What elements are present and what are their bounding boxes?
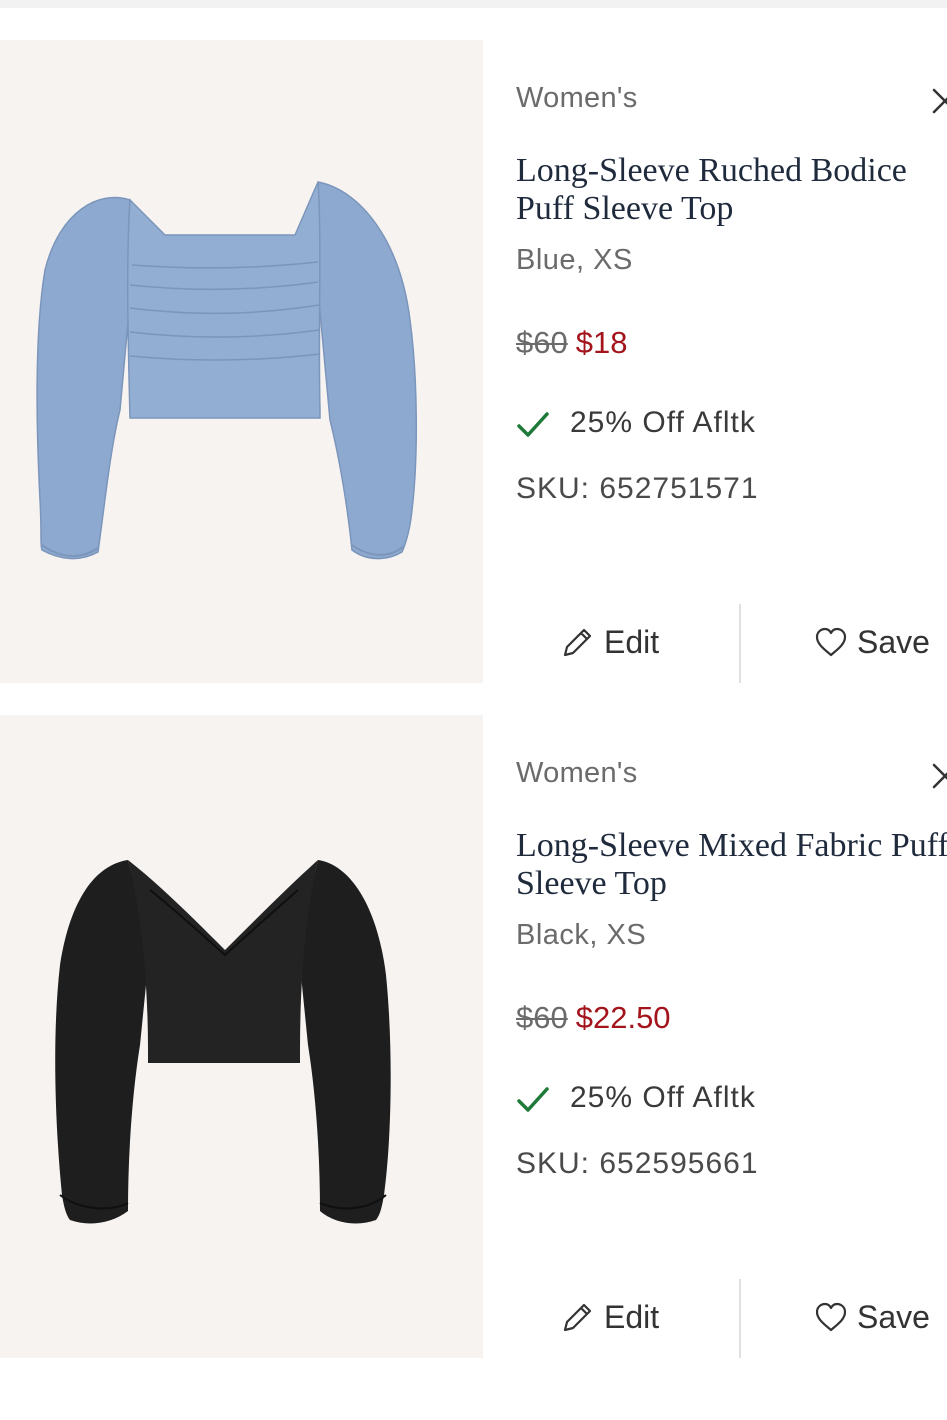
product-name-line: Sleeve Top xyxy=(516,865,667,902)
product-name[interactable]: Long-Sleeve Ruched Bodice Puff Sleeve To… xyxy=(516,152,947,228)
sku-label: SKU: 652595661 xyxy=(516,1147,759,1180)
action-divider xyxy=(739,1279,741,1358)
product-name-line: Long-Sleeve Ruched Bodice xyxy=(516,152,907,189)
sale-price: $22.50 xyxy=(575,1000,671,1035)
remove-item-button[interactable] xyxy=(922,753,947,793)
item-details: Women's Long-Sleeve Mixed Fabric Puff Sl… xyxy=(516,715,947,1358)
product-image[interactable] xyxy=(0,40,483,683)
variant-label: Blue, XS xyxy=(516,244,633,276)
heart-icon xyxy=(815,1302,847,1332)
promo-text: 25% Off Afltk xyxy=(570,406,756,439)
check-icon xyxy=(517,1087,549,1112)
variant-label: Black, XS xyxy=(516,919,647,951)
remove-item-button[interactable] xyxy=(922,78,947,118)
black-top-illustration xyxy=(55,860,391,1224)
bag-item: Women's Long-Sleeve Ruched Bodice Puff S… xyxy=(0,40,947,683)
product-name[interactable]: Long-Sleeve Mixed Fabric Puff Sleeve Top xyxy=(516,827,947,903)
original-price: $60 xyxy=(516,1000,568,1035)
action-divider xyxy=(739,604,741,683)
close-icon xyxy=(932,88,947,114)
edit-label: Edit xyxy=(604,1299,660,1335)
blue-top-illustration xyxy=(36,181,418,560)
top-scroll-edge xyxy=(0,0,947,8)
department-label: Women's xyxy=(516,757,638,789)
check-icon xyxy=(517,412,549,437)
pencil-icon xyxy=(563,1303,592,1332)
sale-price: $18 xyxy=(575,325,628,360)
department-label: Women's xyxy=(516,82,638,114)
save-label: Save xyxy=(857,1299,930,1335)
heart-icon xyxy=(815,627,847,657)
original-price: $60 xyxy=(516,325,568,360)
pencil-icon xyxy=(563,628,592,657)
edit-label: Edit xyxy=(604,624,660,660)
close-icon xyxy=(932,763,947,789)
save-label: Save xyxy=(857,624,930,660)
promo-text: 25% Off Afltk xyxy=(570,1081,756,1114)
bag-item: Women's Long-Sleeve Mixed Fabric Puff Sl… xyxy=(0,715,947,1358)
product-image[interactable] xyxy=(0,715,483,1358)
price: $60 $18 xyxy=(516,325,627,361)
sku-label: SKU: 652751571 xyxy=(516,472,759,505)
product-name-line: Puff Sleeve Top xyxy=(516,190,734,227)
price: $60 $22.50 xyxy=(516,1000,671,1036)
item-details: Women's Long-Sleeve Ruched Bodice Puff S… xyxy=(516,40,947,683)
product-name-line: Long-Sleeve Mixed Fabric Puff xyxy=(516,827,947,864)
